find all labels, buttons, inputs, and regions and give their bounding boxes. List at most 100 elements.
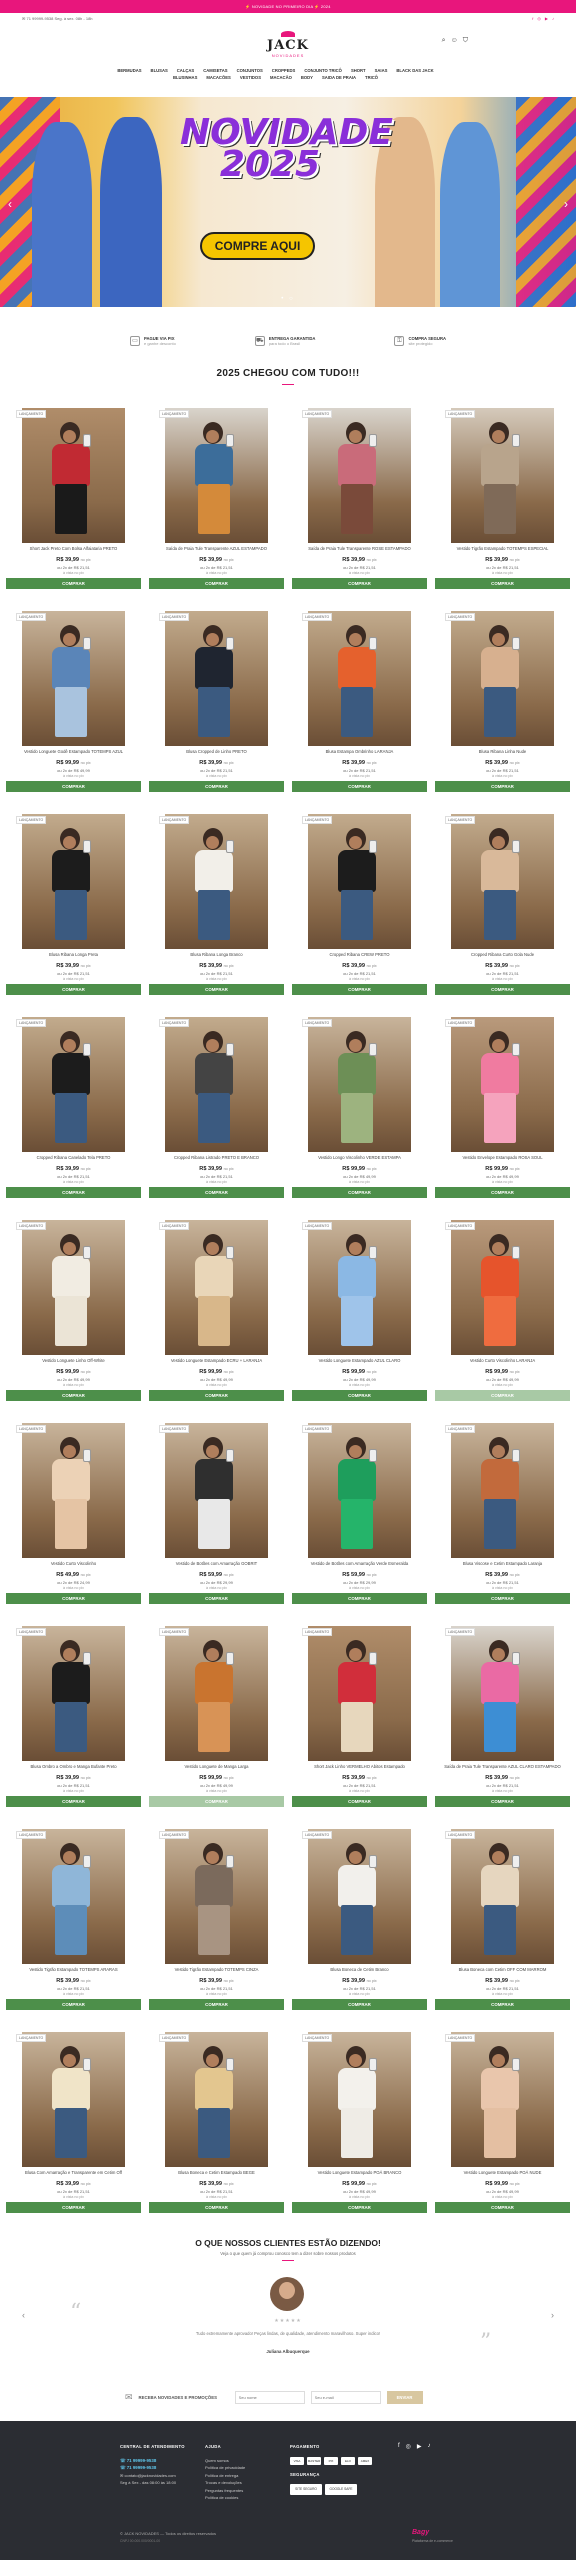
nav-item[interactable]: MACACÃO — [270, 75, 292, 80]
buy-button[interactable]: COMPRAR — [6, 578, 141, 589]
product-name[interactable]: Saída de Praia Tule Transparente AZUL CL… — [435, 1764, 570, 1769]
product-image[interactable] — [451, 1626, 554, 1761]
product-image[interactable] — [165, 1626, 268, 1761]
product-name[interactable]: Vestido Tigrão Estampado TOTEMPS CINZA — [149, 1967, 284, 1972]
product-name[interactable]: Cropped Ribana CREW PRETO — [292, 952, 427, 957]
nav-item[interactable]: MACACÕES — [206, 75, 230, 80]
product-card[interactable]: LANÇAMENTO Saída de Praia Tule Transparen… — [435, 1624, 570, 1827]
product-card[interactable]: LANÇAMENTO Saída de Praia Tule Transparen… — [149, 406, 284, 609]
nav-item[interactable]: TRICÔ — [365, 75, 378, 80]
footer-help-link[interactable]: Política de cookies — [205, 2494, 245, 2502]
buy-button[interactable]: COMPRAR — [6, 1390, 141, 1401]
product-name[interactable]: Short Jack Linho VERMELHO Abitos Estampa… — [292, 1764, 427, 1769]
banner-next-icon[interactable]: › — [564, 197, 568, 211]
buy-button[interactable]: COMPRAR — [149, 1796, 284, 1807]
buy-button[interactable]: COMPRAR — [435, 1593, 570, 1604]
product-name[interactable]: Vestido Longuete Estampado POÁ BRANCO — [292, 2170, 427, 2175]
buy-button[interactable]: COMPRAR — [292, 578, 427, 589]
banner-prev-icon[interactable]: ‹ — [8, 197, 12, 211]
product-card[interactable]: LANÇAMENTO Short Jack Preto Com Bolsa Alf… — [6, 406, 141, 609]
product-card[interactable]: LANÇAMENTO Cropped Ribana Curto Gola Nude… — [435, 812, 570, 1015]
product-card[interactable]: LANÇAMENTO Vestido de Botões com Amarraçã… — [292, 1421, 427, 1624]
product-card[interactable]: LANÇAMENTO Blusa Com Amarração e Transpar… — [6, 2030, 141, 2233]
product-card[interactable]: LANÇAMENTO Blusa Boneca de Cetim Branco R$… — [292, 1827, 427, 2030]
product-name[interactable]: Vestido Longuete Estampado ECRU + LARANJ… — [149, 1358, 284, 1363]
buy-button[interactable]: COMPRAR — [292, 1593, 427, 1604]
product-name[interactable]: Vestido Longuete de Manga Larga — [149, 1764, 284, 1769]
youtube-icon[interactable]: ▶ — [417, 2443, 422, 2450]
product-image[interactable] — [165, 2032, 268, 2167]
product-image[interactable] — [308, 611, 411, 746]
user-icon[interactable]: ☺ — [451, 37, 458, 45]
buy-button[interactable]: COMPRAR — [435, 1999, 570, 2010]
buy-button[interactable]: COMPRAR — [149, 1187, 284, 1198]
nav-item[interactable]: BERMUDAS — [117, 68, 141, 73]
buy-button[interactable]: COMPRAR — [149, 1999, 284, 2010]
product-card[interactable]: LANÇAMENTO Vestido Envelope Estampado ROS… — [435, 1015, 570, 1218]
footer-help-link[interactable]: Quem somos — [205, 2457, 245, 2465]
product-card[interactable]: LANÇAMENTO Short Jack Linho VERMELHO Abit… — [292, 1624, 427, 1827]
product-name[interactable]: Blusa Estampa Ombrinho LARANJA — [292, 749, 427, 754]
product-card[interactable]: LANÇAMENTO Blusa Ribana Longa Branco R$ 39… — [149, 812, 284, 1015]
product-card[interactable]: LANÇAMENTO Vestido Longuete Linho Off-Whi… — [6, 1218, 141, 1421]
product-image[interactable] — [451, 2032, 554, 2167]
product-image[interactable] — [22, 1220, 125, 1355]
product-name[interactable]: Blusa Boneca e Cetim Estampado BEGE — [149, 2170, 284, 2175]
product-name[interactable]: Cropped Ribana Listrado PRETO E BRANCO — [149, 1155, 284, 1160]
nav-item[interactable]: BLACK DAS JACK — [396, 68, 433, 73]
product-name[interactable]: Blusa Boneca com Cetim OFF COM MARROM — [435, 1967, 570, 1972]
product-image[interactable] — [22, 1829, 125, 1964]
product-image[interactable] — [451, 1423, 554, 1558]
product-image[interactable] — [165, 1829, 268, 1964]
product-card[interactable]: LANÇAMENTO Cropped Ribana Canelado Tela P… — [6, 1015, 141, 1218]
product-card[interactable]: LANÇAMENTO Blusa Ribana Linha Nude R$ 39,9… — [435, 609, 570, 812]
product-name[interactable]: Blusa Viscose e Cetim Estampado Laranja — [435, 1561, 570, 1566]
product-image[interactable] — [22, 814, 125, 949]
footer-whatsapp[interactable]: ☏ 71 99999-9538 — [120, 2464, 185, 2472]
product-name[interactable]: Vestido Longuete Godê Estampado TOTEMPS … — [6, 749, 141, 754]
search-icon[interactable]: ⌕ — [442, 37, 446, 45]
buy-button[interactable]: COMPRAR — [6, 1796, 141, 1807]
buy-button[interactable]: COMPRAR — [6, 2202, 141, 2213]
buy-button[interactable]: COMPRAR — [435, 2202, 570, 2213]
product-card[interactable]: LANÇAMENTO Vestido Longuete de Manga Larg… — [149, 1624, 284, 1827]
hero-banner[interactable]: NOVIDADE 2025 COMPRE AQUI ‹ › • ○ — [0, 97, 576, 307]
product-card[interactable]: LANÇAMENTO Blusa Viscose e Cetim Estampad… — [435, 1421, 570, 1624]
product-image[interactable] — [451, 814, 554, 949]
newsletter-email-input[interactable] — [310, 2390, 381, 2404]
nav-item[interactable]: CALÇAS — [177, 68, 194, 73]
product-name[interactable]: Blusa Ribana Longa Branco — [149, 952, 284, 957]
product-card[interactable]: LANÇAMENTO Vestido Tigrão Estampado TOTEM… — [149, 1827, 284, 2030]
product-name[interactable]: Vestido Envelope Estampado ROSA SOUL — [435, 1155, 570, 1160]
product-image[interactable] — [165, 814, 268, 949]
product-image[interactable] — [22, 2032, 125, 2167]
product-card[interactable]: LANÇAMENTO Vestido Longuete Godê Estampad… — [6, 609, 141, 812]
nav-item[interactable]: SAIAS — [375, 68, 388, 73]
buy-button[interactable]: COMPRAR — [435, 781, 570, 792]
product-card[interactable]: LANÇAMENTO Vestido Curto Viscolinho LARAN… — [435, 1218, 570, 1421]
product-name[interactable]: Vestido Curto Viscolinho LARANJA — [435, 1358, 570, 1363]
product-name[interactable]: Vestido Longuete Estampado AZUL CLARO — [292, 1358, 427, 1363]
product-name[interactable]: Cropped Ribana Canelado Tela PRETO — [6, 1155, 141, 1160]
buy-button[interactable]: COMPRAR — [292, 984, 427, 995]
nav-item[interactable]: CONJUNTOS — [237, 68, 263, 73]
product-name[interactable]: Blusa Ribana Longa Preta — [6, 952, 141, 957]
banner-dots[interactable]: • ○ — [0, 296, 576, 302]
product-card[interactable]: LANÇAMENTO Cropped Ribana CREW PRETO R$ 39… — [292, 812, 427, 1015]
product-name[interactable]: Blusa Ribana Linha Nude — [435, 749, 570, 754]
product-card[interactable]: LANÇAMENTO Vestido Longuete Estampado POÁ… — [435, 2030, 570, 2233]
product-image[interactable] — [308, 814, 411, 949]
buy-button[interactable]: COMPRAR — [6, 781, 141, 792]
buy-button[interactable]: COMPRAR — [149, 1593, 284, 1604]
buy-button[interactable]: COMPRAR — [435, 1187, 570, 1198]
nav-item[interactable]: VESTIDOS — [240, 75, 261, 80]
product-name[interactable]: Blusa Boneca de Cetim Branco — [292, 1967, 427, 1972]
footer-help-link[interactable]: Política de entrega — [205, 2472, 245, 2480]
product-image[interactable] — [308, 408, 411, 543]
instagram-icon[interactable]: ◎ — [537, 16, 541, 21]
product-name[interactable]: Short Jack Preto Com Bolsa Alfaiataria P… — [6, 546, 141, 551]
product-name[interactable]: Vestido Tigrão Estampado TOTEMPS ARARAS — [6, 1967, 141, 1972]
newsletter-name-input[interactable] — [234, 2390, 305, 2404]
buy-button[interactable]: COMPRAR — [149, 781, 284, 792]
product-card[interactable]: LANÇAMENTO Blusa Cropped de Linho PRETO R$… — [149, 609, 284, 812]
